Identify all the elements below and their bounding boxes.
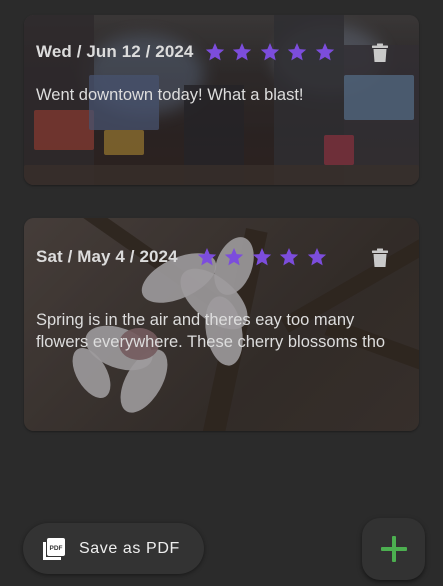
save-as-pdf-label: Save as PDF	[79, 539, 180, 557]
star-icon[interactable]	[223, 246, 245, 268]
star-icon[interactable]	[204, 41, 226, 63]
star-icon[interactable]	[259, 41, 281, 63]
entry-date: Sat / May 4 / 2024	[36, 247, 178, 266]
entry-date: Wed / Jun 12 / 2024	[36, 42, 194, 61]
entry-header: Wed / Jun 12 / 2024	[24, 35, 419, 69]
star-icon[interactable]	[278, 246, 300, 268]
entry-header: Sat / May 4 / 2024	[24, 240, 419, 274]
trash-icon[interactable]	[371, 43, 389, 63]
entry-text: Went downtown today! What a blast!	[36, 86, 304, 104]
trash-icon[interactable]	[371, 248, 389, 268]
star-rating[interactable]	[196, 246, 334, 268]
save-as-pdf-button[interactable]: PDF Save as PDF	[23, 523, 204, 574]
pdf-icon: PDF	[43, 537, 65, 560]
journal-entry-card[interactable]: Sat / May 4 / 2024 Spring is in the air …	[24, 218, 419, 431]
star-icon[interactable]	[196, 246, 218, 268]
star-icon[interactable]	[306, 246, 328, 268]
star-rating[interactable]	[204, 41, 342, 63]
svg-text:PDF: PDF	[50, 545, 63, 552]
journal-entry-card[interactable]: Wed / Jun 12 / 2024 Went downtown today!…	[24, 15, 419, 185]
star-icon[interactable]	[251, 246, 273, 268]
star-icon[interactable]	[314, 41, 336, 63]
star-icon[interactable]	[231, 41, 253, 63]
plus-icon	[380, 536, 407, 562]
entry-text: Spring is in the air and theres eay too …	[36, 311, 386, 351]
add-entry-button[interactable]	[362, 518, 425, 580]
star-icon[interactable]	[286, 41, 308, 63]
